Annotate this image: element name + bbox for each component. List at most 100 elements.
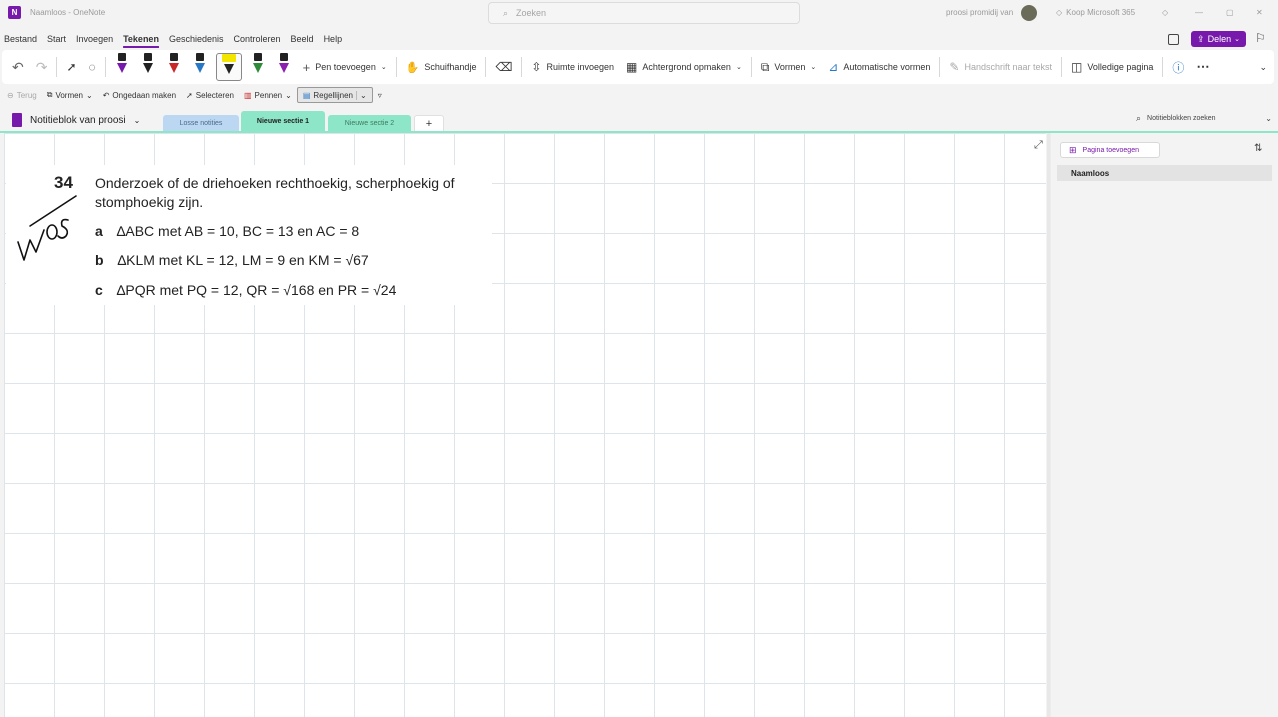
help-icon[interactable]: ⓘ xyxy=(1166,54,1190,80)
item-b: b ∆KLM met KL = 12, LM = 9 en KM = √67 xyxy=(95,252,369,268)
page-item-naamloos[interactable]: Naamloos xyxy=(1057,165,1272,181)
sort-pages-icon[interactable]: ⇅ xyxy=(1254,143,1262,154)
add-page-button[interactable]: ⊞ Pagina toevoegen xyxy=(1060,142,1160,158)
background-button[interactable]: ▦ Achtergrond opmaken ⌄ xyxy=(620,54,748,80)
menu-tekenen[interactable]: Tekenen xyxy=(118,31,164,47)
pen-black[interactable] xyxy=(138,53,158,81)
draw-ribbon: ↶ ↷ ➚ ◌ + Pen toevoegen ⌄ ✋ Schuifhandje… xyxy=(2,50,1274,84)
chevron-down-icon: ⌄ xyxy=(1234,36,1240,43)
lasso-icon[interactable]: ◌ xyxy=(83,54,102,80)
premium-icon[interactable]: ◇ xyxy=(1162,8,1168,17)
buy-microsoft-button[interactable]: ◇ Koop Microsoft 365 xyxy=(1056,8,1135,17)
search-icon: ⌕ xyxy=(1136,112,1142,123)
notebook-selector[interactable]: Notitieblok van proosi ⌄ xyxy=(12,113,140,127)
divider xyxy=(485,57,487,77)
rule-lines-quick-button[interactable]: ▤ Regellijnen ⌄ xyxy=(296,87,373,103)
item-text: ∆KLM met KL = 12, LM = 9 en KM = √67 xyxy=(117,252,369,268)
notebook-search-input[interactable]: ⌕ Notitieblokken zoeken ⌄ xyxy=(1130,110,1272,126)
divider xyxy=(939,57,941,77)
item-c: c ∆PQR met PQ = 12, QR = √168 en PR = √2… xyxy=(95,282,396,298)
divider xyxy=(521,57,523,77)
tab-nieuwe-sectie-2[interactable]: Nieuwe sectie 2 xyxy=(328,115,411,132)
divider xyxy=(56,57,58,77)
user-name: proosi promidij van xyxy=(946,8,1014,17)
pen-violet[interactable] xyxy=(274,53,294,81)
back-button[interactable]: ⊖ Terug xyxy=(2,87,42,103)
pens-icon: ▥ xyxy=(243,90,252,100)
app-name: OneNote xyxy=(73,8,106,17)
sticky-notes-icon[interactable] xyxy=(1168,34,1179,45)
auto-shapes-button[interactable]: ⊿ Automatische vormen xyxy=(822,54,936,80)
onenote-logo-icon: N xyxy=(8,6,21,19)
eraser-icon[interactable]: ⌫ xyxy=(489,54,518,80)
shapes-icon: ⧉ xyxy=(46,90,53,99)
title-bar: N Naamloos - OneNote ⌕ Zoeken proosi pro… xyxy=(0,0,1278,28)
plus-icon: + xyxy=(302,59,311,75)
menu-start[interactable]: Start xyxy=(42,31,71,47)
background-grid-icon: ▦ xyxy=(626,60,638,74)
chevron-down-icon: ⌄ xyxy=(380,64,387,71)
shapes-button[interactable]: ⧉ Vormen ⌄ xyxy=(755,54,822,80)
search-input[interactable]: ⌕ Zoeken xyxy=(488,2,800,24)
item-label: b xyxy=(95,252,104,268)
redo-icon[interactable]: ↷ xyxy=(30,54,54,80)
auto-shapes-icon: ⊿ xyxy=(828,60,839,74)
menu-invoegen[interactable]: Invoegen xyxy=(71,31,118,47)
select-arrow-icon[interactable]: ➚ xyxy=(60,54,82,80)
select-arrow-icon: ➚ xyxy=(186,90,193,100)
select-quick-button[interactable]: ➚ Selecteren xyxy=(181,87,239,103)
ink-to-text-button[interactable]: ✎ Handschrift naar tekst xyxy=(943,54,1058,80)
search-icon: ⌕ xyxy=(503,7,509,18)
ink-to-text-icon: ✎ xyxy=(949,60,960,74)
item-text: ∆ABC met AB = 10, BC = 13 en AC = 8 xyxy=(116,223,360,239)
section-tabs-row: Notitieblok van proosi ⌄ Losse notities … xyxy=(0,108,1278,132)
expand-icon[interactable]: ⤢ xyxy=(1034,139,1043,152)
doc-title: Naamloos xyxy=(30,8,67,17)
add-section-button[interactable]: + xyxy=(414,115,444,132)
divider xyxy=(104,57,106,77)
pen-red[interactable] xyxy=(164,53,184,81)
share-button[interactable]: ⇪ Delen ⌄ xyxy=(1191,31,1246,47)
back-arrow-icon: ⊖ xyxy=(7,90,14,100)
menu-controleren[interactable]: Controleren xyxy=(229,31,286,47)
chevron-down-icon: ⌄ xyxy=(133,115,141,125)
exercise-prompt-line1: Onderzoek of de driehoeken rechthoekig, … xyxy=(95,175,455,191)
add-pen-button[interactable]: + Pen toevoegen ⌄ xyxy=(297,54,393,80)
hand-button[interactable]: ✋ Schuifhandje xyxy=(400,54,483,80)
menu-help[interactable]: Help xyxy=(319,31,348,47)
full-page-button[interactable]: ◫ Volledige pagina xyxy=(1065,54,1159,80)
avatar[interactable] xyxy=(1021,5,1037,21)
menu-bar: Bestand Start Invoegen Tekenen Geschiede… xyxy=(0,31,347,47)
shapes-icon: ⧉ xyxy=(760,59,770,74)
tab-losse-notities[interactable]: Losse notities xyxy=(163,115,239,132)
minimize-button[interactable]: — xyxy=(1195,8,1203,17)
tab-nieuwe-sectie-1[interactable]: Nieuwe sectie 1 xyxy=(241,111,325,132)
exercise-prompt-line2: stomphoekig zijn. xyxy=(95,194,204,210)
handwritten-ink[interactable] xyxy=(10,190,90,270)
item-a: a ∆ABC met AB = 10, BC = 13 en AC = 8 xyxy=(95,223,359,239)
menu-bestand[interactable]: Bestand xyxy=(0,31,42,47)
close-button[interactable]: ✕ xyxy=(1256,8,1263,17)
pens-quick-button[interactable]: ▥ Pennen ⌄ xyxy=(239,87,297,103)
collapse-ribbon-icon[interactable]: ⌄ xyxy=(1253,54,1273,80)
pen-purple[interactable] xyxy=(112,53,132,81)
item-text: ∆PQR met PQ = 12, QR = √168 en PR = √24 xyxy=(116,282,397,298)
notebook-icon xyxy=(12,113,22,127)
panel-divider[interactable] xyxy=(1047,133,1050,717)
item-label: c xyxy=(95,282,103,298)
maximize-button[interactable]: ▢ xyxy=(1226,8,1234,17)
pen-blue[interactable] xyxy=(190,53,210,81)
more-options-icon[interactable]: ⋯ xyxy=(1190,54,1215,80)
highlighter-yellow[interactable] xyxy=(215,53,242,81)
menu-beeld[interactable]: Beeld xyxy=(286,31,319,47)
feedback-icon[interactable]: ⚐ xyxy=(1255,31,1266,45)
undo-icon[interactable]: ↶ xyxy=(2,54,30,80)
shapes-quick-button[interactable]: ⧉ Vormen ⌄ xyxy=(42,87,98,103)
window-title: Naamloos - OneNote xyxy=(30,8,106,17)
pen-green[interactable] xyxy=(248,53,268,81)
insert-space-button[interactable]: ⇳ Ruimte invoegen xyxy=(525,54,620,80)
customize-toolbar-icon[interactable]: ▿ xyxy=(373,87,387,103)
menu-geschiedenis[interactable]: Geschiedenis xyxy=(164,31,229,47)
insert-space-icon: ⇳ xyxy=(531,60,542,74)
undo-quick-button[interactable]: ↶ Ongedaan maken xyxy=(98,87,181,103)
